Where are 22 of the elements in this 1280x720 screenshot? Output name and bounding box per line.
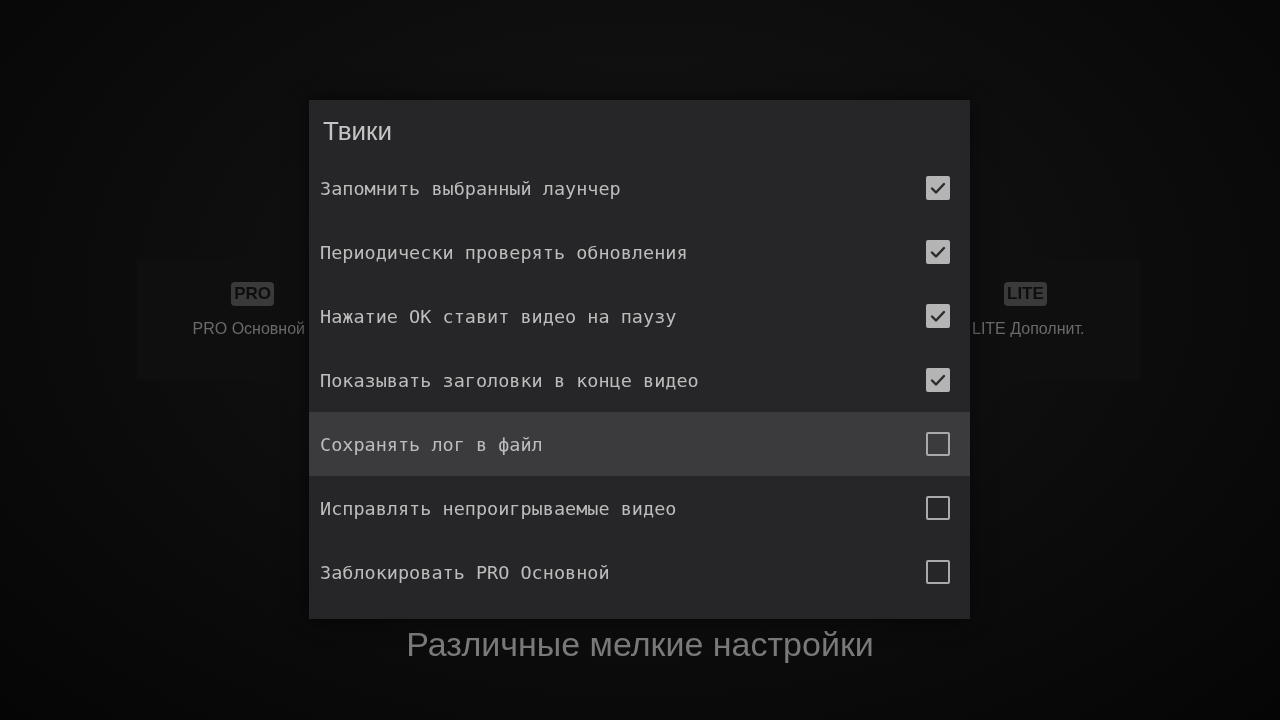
setting-label: Заблокировать PRO Основной [320,561,610,583]
checkbox[interactable] [926,304,950,328]
card-label: PRO Основной [192,320,305,338]
checkbox[interactable] [926,560,950,584]
setting-row[interactable]: Заблокировать PRO Основной [309,540,970,604]
card-label: LITE Дополнит. [972,320,1085,338]
section-subtitle: Различные мелкие настройки [405,624,875,664]
setting-label: Нажатие OK ставит видео на паузу [320,305,677,327]
checkbox[interactable] [926,432,950,456]
setting-row[interactable]: Сохранять лог в файл [309,412,970,476]
setting-row[interactable]: Запомнить выбранный лаунчер [309,156,970,220]
dialog-title: Твики [322,115,393,148]
checkbox[interactable] [926,496,950,520]
checkbox[interactable] [926,176,950,200]
setting-label: Периодически проверять обновления [320,241,688,263]
setting-label: Сохранять лог в файл [320,433,543,455]
setting-label: Показывать заголовки в конце видео [320,369,699,391]
setting-label: Исправлять непроигрываемые видео [320,497,677,519]
checkbox[interactable] [926,240,950,264]
checkbox[interactable] [926,368,950,392]
setting-row[interactable]: Исправлять непроигрываемые видео [309,476,970,540]
setting-label: Запомнить выбранный лаунчер [320,177,621,199]
